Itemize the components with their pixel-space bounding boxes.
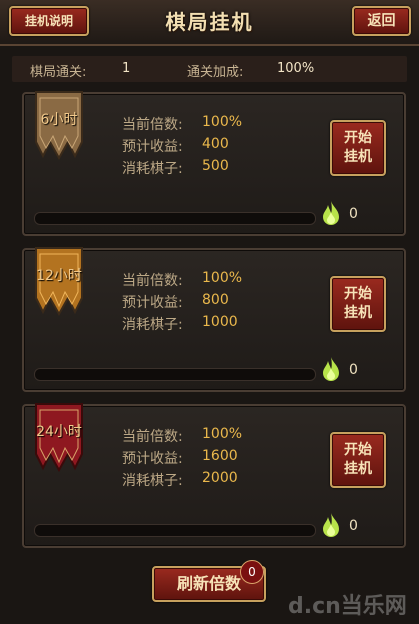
- multiplier-row: 当前倍数: 100%: [122, 114, 243, 133]
- income-row: 预计收益: 800: [122, 292, 229, 311]
- flame-count: 0: [349, 518, 358, 534]
- levels-value: 1: [122, 61, 131, 76]
- start-idle-button[interactable]: 开始 挂机: [330, 276, 386, 332]
- progress-bar: [34, 212, 316, 225]
- duration-label: 6小时: [40, 112, 78, 128]
- flame-count: 0: [349, 206, 358, 222]
- bonus-value: 100%: [277, 61, 315, 76]
- income-row: 预计收益: 1600: [122, 448, 238, 467]
- start-idle-button[interactable]: 开始 挂机: [330, 432, 386, 488]
- income-row: 预计收益: 400: [122, 136, 229, 155]
- progress-bar: [34, 524, 316, 537]
- duration-label: 12小时: [36, 268, 82, 284]
- multiplier-row: 当前倍数: 100%: [122, 426, 243, 445]
- flame-count: 0: [349, 362, 358, 378]
- progress-bar: [34, 368, 316, 381]
- idle-panel-24h: 24小时 当前倍数: 100% 预计收益: 1600 消耗棋子: 2000 开始 挂机 …: [22, 403, 406, 548]
- back-button[interactable]: 返回: [352, 6, 411, 36]
- flame-icon: [323, 513, 339, 537]
- refresh-count-badge: 0: [240, 560, 264, 584]
- bonus-label: 通关加成:: [187, 65, 244, 80]
- idle-panel-6h: 6小时 当前倍数: 100% 预计收益: 400 消耗棋子: 500 开始 挂机 0: [22, 91, 406, 236]
- watermark: d.cn当乐网: [288, 594, 407, 619]
- idle-panel-12h: 12小时 当前倍数: 100% 预计收益: 800 消耗棋子: 1000 开始 挂机 0: [22, 247, 406, 392]
- flame-icon: [323, 201, 339, 225]
- cost-row: 消耗棋子: 500: [122, 158, 229, 177]
- multiplier-row: 当前倍数: 100%: [122, 270, 243, 289]
- levels-label: 棋局通关:: [30, 65, 87, 80]
- summary-bar: 棋局通关: 1 通关加成: 100%: [12, 56, 407, 82]
- cost-row: 消耗棋子: 2000: [122, 470, 238, 489]
- duration-label: 24小时: [36, 424, 82, 440]
- start-idle-button[interactable]: 开始 挂机: [330, 120, 386, 176]
- flame-icon: [323, 357, 339, 381]
- cost-row: 消耗棋子: 1000: [122, 314, 238, 333]
